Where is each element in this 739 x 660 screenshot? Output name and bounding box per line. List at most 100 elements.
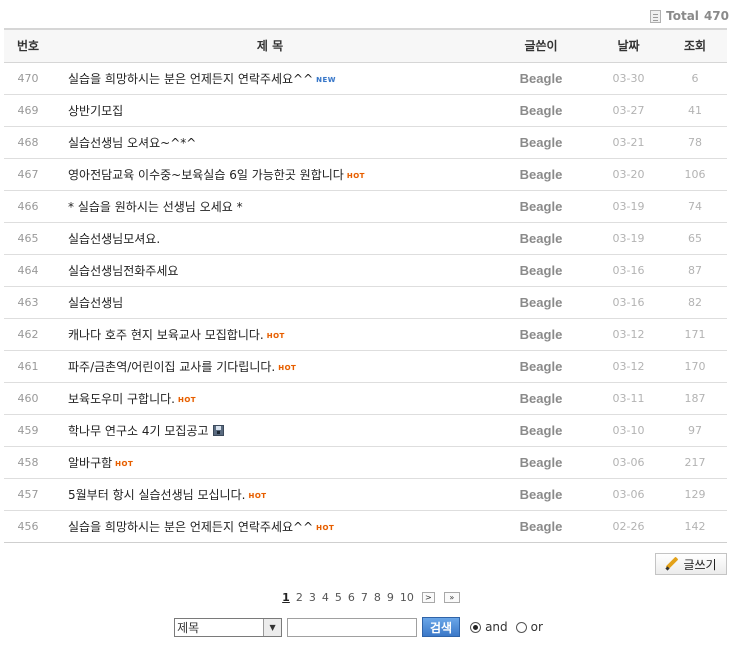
- header-views: 조회: [663, 28, 727, 63]
- post-subject-cell: 실습선생님 오셔요~^*^: [52, 126, 488, 159]
- page-link[interactable]: 1: [279, 591, 293, 604]
- hot-badge-icon: HOT: [316, 524, 335, 532]
- post-author[interactable]: Beagle: [488, 158, 594, 191]
- post-subject-link[interactable]: 실습을 희망하시는 분은 언제든지 연락주세요^^: [68, 520, 313, 534]
- hot-badge-icon: HOT: [266, 332, 285, 340]
- post-author[interactable]: Beagle: [488, 222, 594, 255]
- post-author[interactable]: Beagle: [488, 126, 594, 159]
- post-views: 217: [663, 446, 727, 479]
- search-field-select[interactable]: 제목 ▼: [174, 617, 283, 637]
- post-author[interactable]: Beagle: [488, 318, 594, 351]
- post-subject-link[interactable]: 상반기모집: [68, 104, 123, 118]
- post-views: 82: [663, 286, 727, 319]
- post-author[interactable]: Beagle: [488, 286, 594, 319]
- table-row: 466 * 실습을 원하시는 선생님 오세요 * Beagle 03-19 74: [4, 190, 727, 223]
- post-subject-link[interactable]: 실습선생님: [68, 296, 123, 310]
- page-link[interactable]: 7: [358, 591, 371, 604]
- post-number: 460: [4, 382, 52, 415]
- radio-or[interactable]: [515, 621, 527, 633]
- page-link[interactable]: 6: [345, 591, 358, 604]
- post-views: 6: [663, 62, 727, 95]
- post-author[interactable]: Beagle: [488, 350, 594, 383]
- post-table: 번호 제 목 글쓴이 날짜 조회 470 실습을 희망하시는 분은 언제든지 연락…: [4, 28, 727, 543]
- post-author[interactable]: Beagle: [488, 414, 594, 447]
- post-date: 03-12: [594, 350, 663, 383]
- post-views: 87: [663, 254, 727, 287]
- radio-and[interactable]: [470, 621, 482, 633]
- pencil-icon: [665, 557, 679, 571]
- write-button-label: 글쓰기: [683, 557, 717, 572]
- post-views: 65: [663, 222, 727, 255]
- post-number: 466: [4, 190, 52, 223]
- post-subject-cell: 상반기모집: [52, 94, 488, 127]
- post-author[interactable]: Beagle: [488, 510, 594, 543]
- post-subject-cell: 실습선생님모셔요.: [52, 222, 488, 255]
- post-subject-link[interactable]: 캐나다 호주 현지 보육교사 모집합니다.: [68, 328, 264, 342]
- search-button[interactable]: 검색: [422, 617, 461, 637]
- post-number: 469: [4, 94, 52, 127]
- post-subject-link[interactable]: 5월부터 항시 실습선생님 모십니다.: [68, 488, 245, 502]
- post-subject-cell: 파주/금촌역/어린이집 교사를 기다립니다. HOT: [52, 350, 488, 383]
- post-subject-cell: 5월부터 항시 실습선생님 모십니다. HOT: [52, 478, 488, 511]
- table-row: 460 보육도우미 구합니다. HOT Beagle 03-11 187: [4, 382, 727, 415]
- total-label: Total: [666, 9, 699, 23]
- next-page-button[interactable]: >: [421, 591, 435, 603]
- header-date: 날짜: [594, 28, 663, 63]
- table-row: 468 실습선생님 오셔요~^*^ Beagle 03-21 78: [4, 126, 727, 159]
- post-subject-link[interactable]: 실습을 희망하시는 분은 언제든지 연락주세요^^: [68, 72, 313, 86]
- post-author[interactable]: Beagle: [488, 94, 594, 127]
- post-author[interactable]: Beagle: [488, 446, 594, 479]
- post-author[interactable]: Beagle: [488, 190, 594, 223]
- post-subject-link[interactable]: 영아전담교육 이수중~보육실습 6일 가능한곳 원합니다: [68, 168, 344, 182]
- post-author[interactable]: Beagle: [488, 254, 594, 287]
- search-input[interactable]: [287, 617, 418, 637]
- header-author: 글쓴이: [488, 28, 594, 63]
- new-badge-icon: NEW: [316, 76, 337, 84]
- post-subject-link[interactable]: * 실습을 원하시는 선생님 오세요 *: [68, 200, 243, 214]
- page-link[interactable]: 9: [384, 591, 397, 604]
- post-subject-link[interactable]: 알바구함: [68, 456, 112, 470]
- post-subject-link[interactable]: 실습선생님모셔요.: [68, 232, 160, 246]
- post-date: 03-12: [594, 318, 663, 351]
- post-subject-link[interactable]: 파주/금촌역/어린이집 교사를 기다립니다.: [68, 360, 275, 374]
- table-row: 462 캐나다 호주 현지 보육교사 모집합니다. HOT Beagle 03-12 17…: [4, 318, 727, 351]
- page-link[interactable]: 4: [319, 591, 332, 604]
- last-page-button[interactable]: »: [443, 591, 460, 603]
- post-subject-cell: 알바구함 HOT: [52, 446, 488, 479]
- post-author[interactable]: Beagle: [488, 478, 594, 511]
- table-row: 467 영아전담교육 이수중~보육실습 6일 가능한곳 원합니다 HOT Beagle…: [4, 158, 727, 191]
- write-button[interactable]: 글쓰기: [655, 553, 727, 575]
- hot-badge-icon: HOT: [178, 396, 197, 404]
- post-date: 03-21: [594, 126, 663, 159]
- post-date: 03-10: [594, 414, 663, 447]
- page-link[interactable]: 5: [332, 591, 345, 604]
- post-subject-cell: 실습을 희망하시는 분은 언제든지 연락주세요^^ HOT: [52, 510, 488, 543]
- post-subject-cell: * 실습을 원하시는 선생님 오세요 *: [52, 190, 488, 223]
- post-subject-link[interactable]: 보육도우미 구합니다.: [68, 392, 175, 406]
- chevron-down-icon[interactable]: ▼: [263, 618, 282, 636]
- post-author[interactable]: Beagle: [488, 62, 594, 95]
- table-row: 469 상반기모집 Beagle 03-27 41: [4, 94, 727, 127]
- post-views: 97: [663, 414, 727, 447]
- page-link[interactable]: 2: [293, 591, 306, 604]
- attachment-disk-icon: [212, 424, 224, 436]
- table-row: 470 실습을 희망하시는 분은 언제든지 연락주세요^^ NEW Beagle 03-…: [4, 62, 727, 95]
- post-subject-cell: 영아전담교육 이수중~보육실습 6일 가능한곳 원합니다 HOT: [52, 158, 488, 191]
- post-date: 03-20: [594, 158, 663, 191]
- page-link[interactable]: 8: [371, 591, 384, 604]
- page-link[interactable]: 10: [397, 591, 417, 604]
- post-views: 142: [663, 510, 727, 543]
- page-link[interactable]: 3: [306, 591, 319, 604]
- post-date: 03-06: [594, 446, 663, 479]
- post-date: 03-19: [594, 190, 663, 223]
- post-date: 03-19: [594, 222, 663, 255]
- post-number: 468: [4, 126, 52, 159]
- post-date: 03-16: [594, 254, 663, 287]
- post-number: 457: [4, 478, 52, 511]
- post-author[interactable]: Beagle: [488, 382, 594, 415]
- post-views: 41: [663, 94, 727, 127]
- post-subject-link[interactable]: 학나무 연구소 4기 모집공고: [68, 424, 209, 438]
- post-subject-link[interactable]: 실습선생님 오셔요~^*^: [68, 136, 196, 150]
- post-subject-link[interactable]: 실습선생님전화주세요: [68, 264, 178, 278]
- document-icon: [650, 9, 662, 23]
